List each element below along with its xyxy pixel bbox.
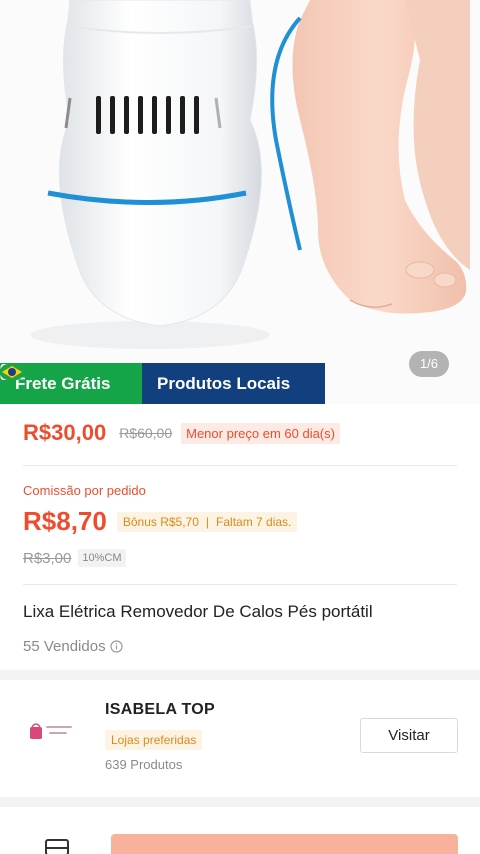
- old-commission: R$3,00: [23, 549, 72, 567]
- commission-row: R$8,70 Bônus R$5,70 | Faltam 7 dias.: [23, 506, 298, 537]
- current-price: R$30,00: [23, 420, 107, 445]
- divider: [23, 584, 457, 585]
- store-icon[interactable]: [44, 837, 70, 854]
- info-icon[interactable]: [109, 640, 123, 653]
- shop-name[interactable]: ISABELA TOP: [105, 701, 215, 719]
- bonus-tag: Bônus R$5,70 | Faltam 7 dias.: [116, 511, 298, 532]
- product-image: [0, 0, 480, 404]
- shop-logo[interactable]: [27, 717, 77, 747]
- divider: [23, 465, 457, 466]
- bonus-days-left: Faltam 7 dias.: [216, 514, 292, 529]
- shop-product-count: 639 Produtos: [105, 757, 183, 772]
- commission-value: R$8,70: [23, 506, 107, 536]
- preferred-shop-tag: Lojas preferidas: [105, 730, 203, 750]
- local-products-label: Produtos Locais: [157, 373, 291, 393]
- commission-rate-badge: 10%CM: [78, 549, 126, 567]
- section-separator: [0, 670, 480, 680]
- local-products-badge: Produtos Locais: [0, 363, 325, 404]
- price-row: R$30,00 R$60,00 Menor preço em 60 dia(s): [23, 420, 340, 446]
- image-page-counter: 1/6: [409, 351, 449, 377]
- product-title: Lixa Elétrica Removedor De Calos Pés por…: [23, 602, 373, 621]
- section-separator: [0, 797, 480, 807]
- product-image-carousel[interactable]: 1/6 Frete Grátis Produtos Locais: [0, 0, 480, 404]
- shipping-badges: Frete Grátis Produtos Locais: [0, 363, 325, 404]
- visit-shop-button[interactable]: Visitar: [360, 718, 458, 753]
- primary-action-button[interactable]: [111, 834, 458, 854]
- lowest-price-tag: Menor preço em 60 dia(s): [181, 422, 340, 444]
- sold-count: 55 Vendidos: [23, 638, 123, 655]
- bonus-amount: Bônus R$5,70: [122, 514, 199, 529]
- sold-count-label: 55 Vendidos: [23, 638, 106, 655]
- free-shipping-label: Frete Grátis: [15, 373, 111, 393]
- original-price: R$60,00: [119, 425, 173, 441]
- commission-label: Comissão por pedido: [23, 483, 146, 498]
- commission-rate-row: R$3,00 10%CM: [23, 549, 126, 567]
